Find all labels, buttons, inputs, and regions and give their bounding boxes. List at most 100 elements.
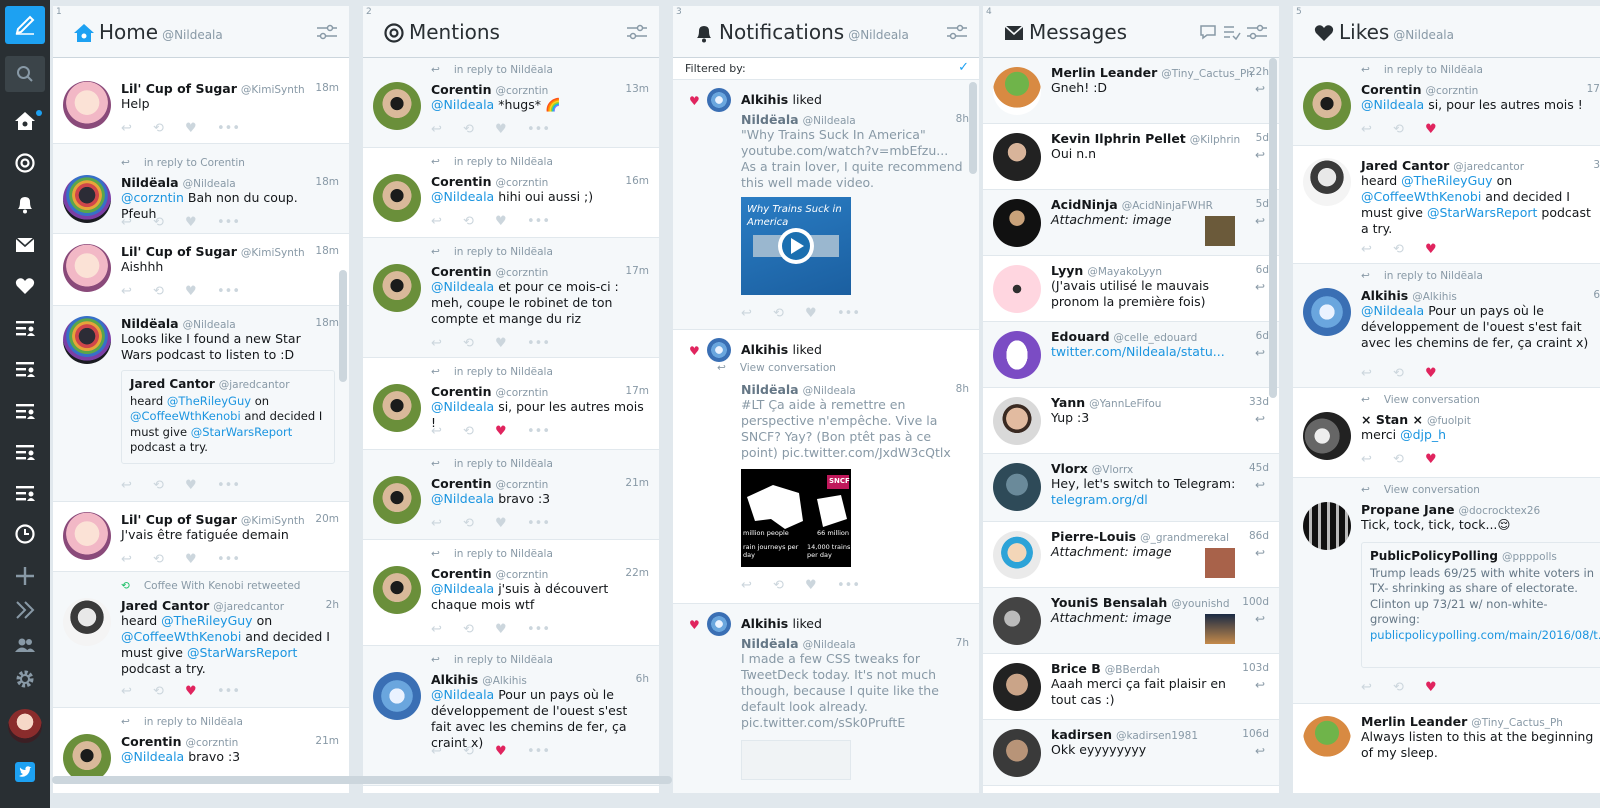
message-sender[interactable]: Pierre-Louis @_grandmerekal	[1051, 529, 1229, 544]
mention-link[interactable]: @Nildeala	[431, 97, 494, 112]
nav-list-button-1[interactable]	[0, 308, 50, 348]
mention-link[interactable]: @StarWarsReport	[1427, 205, 1537, 220]
retweet-icon[interactable]: ⟲	[153, 478, 185, 493]
nav-list-button-3[interactable]	[0, 391, 50, 431]
reply-icon[interactable]: ↩	[1361, 242, 1393, 257]
tweet-author[interactable]: Jared Cantor @jaredcantor	[1361, 158, 1524, 173]
message-sender[interactable]: Lyyn @MayakoLyyn	[1051, 263, 1162, 278]
message-sender[interactable]: kadirsen @kadirsen1981	[1051, 727, 1198, 742]
reply-icon[interactable]: ↩	[1361, 680, 1393, 695]
tweet-time[interactable]: 8h	[956, 383, 969, 395]
retweet-icon[interactable]: ⟲	[463, 424, 495, 439]
message-sender[interactable]: Edouard @celle_edouard	[1051, 329, 1197, 344]
tweet[interactable]: ↩ View conversation Propane Jane @docrockt…	[1293, 478, 1600, 704]
image-thumbnail[interactable]: SNCF million people 66 million rain jour…	[741, 469, 851, 567]
tweet-author[interactable]: Corentin @corzntin	[1361, 82, 1478, 97]
horizontal-scrollbar[interactable]	[52, 776, 672, 784]
tweet-author[interactable]: Propane Jane @docrocktex26	[1361, 502, 1540, 517]
notification[interactable]: ♥ Alkihis liked Nildëala @Nildeala 7h I m…	[673, 604, 979, 793]
tweet-author[interactable]: Nildëala @Nildeala	[741, 636, 856, 651]
message-thread[interactable]: Merlin Leander @Tiny_Cactus_Ph 22h Gneh! …	[983, 58, 1279, 124]
retweet-icon[interactable]: ⟲	[1393, 242, 1425, 257]
mention-link[interactable]: @TheRileyGuy	[167, 394, 251, 408]
image-thumbnail[interactable]	[741, 740, 851, 780]
retweet-icon[interactable]: ⟲	[463, 336, 495, 351]
tweet[interactable]: ↩ in reply to Nildëala Corentin @corzntin …	[363, 450, 659, 540]
tweet-author[interactable]: × Stan × @fuolpit	[1361, 412, 1471, 427]
tweet-time[interactable]: 18m	[315, 82, 339, 94]
reply-icon[interactable]: ↩	[1255, 612, 1265, 626]
message-thread[interactable]: YouniS Bensalah @younishd 100d Attachment…	[983, 588, 1279, 654]
more-icon[interactable]: •••	[527, 622, 559, 637]
tweet[interactable]: Lil' Cup of Sugar @KimiSynth 18m Help ↩ ⟲ ♥…	[53, 58, 349, 144]
reply-icon[interactable]: ↩	[1361, 122, 1393, 137]
tweet[interactable]: ↩ in reply to Nildëala Corentin @corzntin …	[363, 358, 659, 450]
liked-heart-icon[interactable]: ♥	[185, 684, 217, 699]
retweet-icon[interactable]: ⟲	[1393, 680, 1425, 695]
liked-heart-icon[interactable]: ♥	[1425, 366, 1457, 381]
notification-actor[interactable]: Alkihis liked	[741, 92, 822, 107]
message-sender[interactable]: Merlin Leander @Tiny_Cactus_Ph	[1051, 65, 1253, 80]
retweet-icon[interactable]: ⟲	[463, 622, 495, 637]
retweet-icon[interactable]: ⟲	[773, 306, 805, 321]
settings-button[interactable]	[0, 659, 50, 699]
tweet-author[interactable]: Nildëala @Nildeala	[741, 382, 856, 397]
more-icon[interactable]: •••	[217, 552, 249, 567]
like-icon[interactable]: ♥	[495, 622, 527, 637]
tweet-author[interactable]: Lil' Cup of Sugar @KimiSynth	[121, 512, 305, 527]
mention-link[interactable]: @Nildeala	[1361, 303, 1424, 318]
tweet-author[interactable]: Corentin @corzntin	[431, 566, 548, 581]
tweet-author[interactable]: Nildëala @Nildeala	[741, 112, 856, 127]
reply-icon[interactable]: ↩	[121, 552, 153, 567]
like-icon[interactable]: ♥	[185, 478, 217, 493]
liked-heart-icon[interactable]: ♥	[1425, 242, 1457, 257]
retweet-icon[interactable]: ⟲	[153, 121, 185, 136]
more-icon[interactable]: •••	[217, 684, 249, 699]
liked-heart-icon[interactable]: ♥	[1425, 452, 1457, 467]
like-icon[interactable]: ♥	[185, 215, 217, 230]
liked-heart-icon[interactable]: ♥	[1425, 680, 1457, 695]
column-scrollbar[interactable]	[339, 270, 347, 382]
reply-icon[interactable]: ↩	[1255, 412, 1265, 426]
image-thumbnail[interactable]	[1205, 548, 1235, 578]
tweet[interactable]: ↩ View conversation × Stan × @fuolpit merc…	[1293, 388, 1600, 478]
more-icon[interactable]: •••	[217, 215, 249, 230]
more-icon[interactable]: •••	[527, 214, 559, 229]
message-thread[interactable]: Vlorx @Vlorrx 45d Hey, let's switch to Te…	[983, 454, 1279, 522]
filter-bar[interactable]: Filtered by: ✓	[673, 58, 979, 80]
mention-link[interactable]: @Nildeala	[431, 189, 494, 204]
reply-icon[interactable]: ↩	[1361, 452, 1393, 467]
reply-icon[interactable]: ↩	[431, 336, 463, 351]
message-thread[interactable]: Lyyn @MayakoLyyn 6d (J'avais utilisé le m…	[983, 256, 1279, 322]
mention-link[interactable]: @Nildeala	[121, 749, 184, 764]
tweet-time[interactable]: 18m	[315, 245, 339, 257]
like-icon[interactable]: ♥	[495, 516, 527, 531]
retweet-icon[interactable]: ⟲	[773, 578, 805, 593]
liked-heart-icon[interactable]: ♥	[495, 744, 527, 759]
tweet-time[interactable]: 16m	[625, 175, 649, 187]
tweet-author[interactable]: Merlin Leander @Tiny_Cactus_Ph	[1361, 714, 1563, 729]
tweet[interactable]: Lil' Cup of Sugar @KimiSynth 20m J'vais ê…	[53, 502, 349, 572]
tweet[interactable]: ↩ in reply to Nildëala Alkihis @Alkihis 6 …	[1293, 264, 1600, 388]
tweet-author[interactable]: Corentin @corzntin	[121, 734, 238, 749]
mention-link[interactable]: @Nildeala	[1361, 97, 1424, 112]
message-link[interactable]: telegram.org/dl	[1051, 492, 1148, 507]
column-options-icon[interactable]	[1247, 24, 1267, 40]
mention-link[interactable]: @Nildeala	[431, 687, 494, 702]
like-icon[interactable]: ♥	[185, 121, 217, 136]
message-thread[interactable]: Kevin Ilphrin Pellet @Kilphrin 5d Oui n.n…	[983, 124, 1279, 190]
like-icon[interactable]: ♥	[495, 122, 527, 137]
reply-icon[interactable]: ↩	[1255, 82, 1265, 96]
tweet[interactable]: Merlin Leander @Tiny_Cactus_Ph Always lis…	[1293, 704, 1600, 793]
nav-list-button-4[interactable]	[0, 432, 50, 472]
tweet-author[interactable]: Corentin @corzntin	[431, 476, 548, 491]
liked-heart-icon[interactable]: ♥	[1425, 122, 1457, 137]
notification-actor[interactable]: Alkihis liked	[741, 616, 822, 631]
message-thread[interactable]: Brice B @BBerdah 103d Aaah merci ça fait …	[983, 654, 1279, 720]
compose-tweet-button[interactable]	[5, 6, 45, 44]
tweet-time[interactable]: 18m	[315, 176, 339, 188]
tweet-author[interactable]: Corentin @corzntin	[431, 82, 548, 97]
mention-link[interactable]: @TheRileyGuy	[1401, 173, 1492, 188]
reply-icon[interactable]: ↩	[1255, 280, 1265, 294]
message-thread[interactable]: Yann @YannLeFifou 33d Yup :3 ↩	[983, 388, 1279, 454]
